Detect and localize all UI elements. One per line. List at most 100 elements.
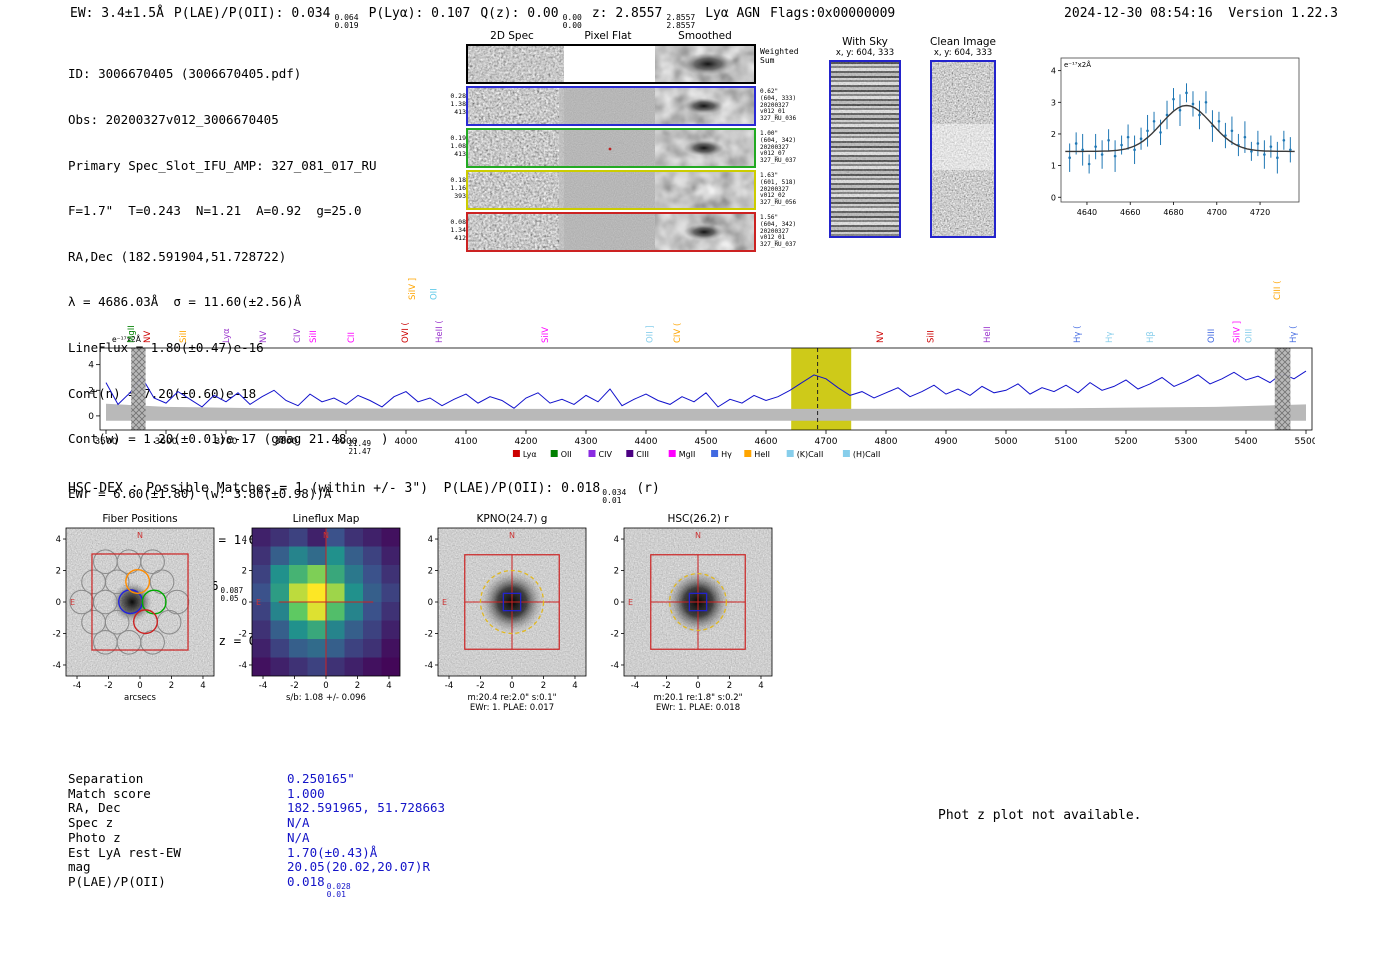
- lineflux-cell: [363, 657, 382, 676]
- svg-text:4500: 4500: [695, 437, 718, 447]
- fiber-positions-panel: Fiber Positions N E -4 -4 -2 -2 0 0 2 2 4 4 arcsecs: [34, 512, 220, 716]
- emission-line-label: SiII: [926, 330, 936, 343]
- svg-text:3: 3: [1051, 98, 1056, 107]
- lineflux-cell: [307, 565, 327, 584]
- svg-text:3500: 3500: [95, 437, 118, 447]
- emission-line-label: MgII: [127, 325, 137, 343]
- lineflux-cell: [307, 657, 327, 676]
- legend-label: (H)CaII: [853, 450, 880, 459]
- hsc-svg: HSC(26.2) r N E -4 -4 -2 -2 0 0 2 2 4 4 m:20.1 re:1.8…: [611, 513, 773, 713]
- data-point: [1172, 97, 1175, 101]
- svg-text:4680: 4680: [1163, 208, 1183, 217]
- match-row-value: 182.591965, 51.728663: [287, 800, 446, 816]
- lineflux-cell: [344, 620, 364, 640]
- svg-text:5000: 5000: [995, 437, 1018, 447]
- spec2d-title-pixelflat: Pixel Flat: [584, 30, 632, 42]
- match-row-value: 0.018 0.028 0.01: [287, 873, 351, 900]
- emission-line-label: NV: [143, 331, 153, 343]
- emission-line-label: Hβ: [1146, 331, 1156, 343]
- svg-text:4100: 4100: [455, 437, 478, 447]
- match-row-value: N/A: [287, 829, 310, 845]
- data-point: [1113, 154, 1117, 158]
- lineflux-cell: [252, 639, 271, 658]
- data-point: [1133, 148, 1136, 152]
- main-spectrum-svg: 3500 3600 3700 3800 3900 4000 4100 4200 4300 4400…: [88, 278, 1317, 459]
- svg-text:-4: -4: [611, 661, 619, 671]
- lineflux-cell: [344, 583, 364, 603]
- match-row-label: Separation: [68, 771, 144, 786]
- match-row-4: Photo z N/A: [68, 829, 445, 846]
- svg-text:-4: -4: [425, 661, 433, 671]
- match-row-label: mag: [68, 859, 91, 875]
- lineflux-cell: [252, 528, 271, 547]
- z-value: z: 2.8557: [591, 6, 663, 21]
- data-point: [1256, 142, 1260, 145]
- report-timestamp: 2024-12-30 08:54:16: [1064, 6, 1213, 21]
- emission-line-label: OVI (: [401, 322, 411, 343]
- lineflux-cell: [326, 546, 345, 566]
- lineflux-cell: [326, 602, 345, 621]
- spec2d-row-1: 0.28 1.38 413 0.62" (604, 333) 20200327 v…: [450, 86, 796, 126]
- emission-line-label: SiII: [179, 330, 189, 343]
- svg-text:4700: 4700: [815, 437, 838, 447]
- data-point: [1152, 119, 1156, 123]
- legend-label: Lyα: [523, 450, 537, 459]
- svg-text:0: 0: [614, 598, 619, 608]
- lineflux-cell: [381, 546, 400, 566]
- spec2d-row-images: [468, 46, 754, 82]
- kpno-svg: KPNO(24.7) g N E -4 -4 -2 -2 0 0 2 2 4 4 m:20.4 re:2.…: [425, 513, 587, 713]
- lineflux-cell: [326, 657, 345, 676]
- svg-text:4700: 4700: [1207, 208, 1227, 217]
- data-point: [1068, 156, 1071, 159]
- legend-label: MgII: [679, 450, 696, 459]
- clean-image-coords: x, y: 604, 333: [933, 48, 993, 58]
- match-row-label: Est LyA rest-EW: [68, 844, 181, 860]
- data-point: [1243, 135, 1247, 139]
- cutout-title: KPNO(24.7) g: [477, 513, 548, 525]
- emission-line-label: NV: [876, 331, 886, 343]
- svg-text:3700: 3700: [215, 437, 238, 447]
- spec2d-row-2: 0.19 1.08 413 1.00" (604, 342) 20200327 v…: [450, 128, 796, 168]
- data-point: [1191, 102, 1195, 106]
- data-point: [1263, 153, 1266, 156]
- svg-text:5300: 5300: [1175, 437, 1198, 447]
- svg-text:2: 2: [428, 567, 433, 577]
- info-line-primary-spec: Primary Spec_Slot_IFU_AMP: 327_081_017_R…: [68, 157, 377, 173]
- sky-noise-overlay: [831, 62, 899, 236]
- classification-label: Lyα AGN: [705, 6, 761, 21]
- lineflux-cell: [381, 639, 400, 658]
- lineflux-cell: [363, 620, 382, 640]
- data-point: [1100, 153, 1104, 156]
- spec2d-row-3: 0.18 1.16 393 1.63" (601, 518) 20200327 v…: [450, 170, 796, 210]
- svg-text:2: 2: [242, 567, 247, 577]
- compass-east: E: [256, 598, 261, 607]
- lineflux-cell: [270, 528, 290, 547]
- legend-swatch: [711, 450, 719, 457]
- clean-image-title: Clean Image: [929, 36, 997, 48]
- emission-line-label: NV: [259, 331, 269, 343]
- header-timestamp: 2024-12-30 08:54:16 Version 1.22.3: [1064, 6, 1338, 21]
- emission-line-label: OIII: [1244, 329, 1254, 343]
- svg-text:-4: -4: [259, 681, 267, 691]
- hsc-r-cutout-panel: HSC(26.2) r N E -4 -4 -2 -2 0 0 2 2 4 4 m:20.1 re:1.8…: [592, 512, 778, 716]
- plot-frame: [1060, 57, 1300, 203]
- spec2d-row-left-label: 0.19 1.08 413: [450, 134, 466, 158]
- lineflux-cell: [252, 620, 271, 640]
- data-point: [1146, 129, 1149, 133]
- svg-text:4660: 4660: [1120, 208, 1140, 217]
- spec2d-row-images: [468, 172, 754, 208]
- data-point: [1230, 129, 1234, 133]
- emission-line-label: Hγ (: [1289, 326, 1299, 343]
- svg-text:4720: 4720: [1250, 208, 1270, 217]
- svg-text:3900: 3900: [335, 437, 358, 447]
- svg-text:5400: 5400: [1235, 437, 1258, 447]
- spec2d-row-right-label: 1.63" (601, 518) 20200327 v012_02 327_RU…: [760, 172, 797, 207]
- spec2d-row-left-label: 0.08 1.34 412: [450, 218, 466, 242]
- lineflux-cell: [270, 639, 290, 658]
- lineflux-cell: [270, 546, 290, 566]
- emission-line-label: SiII: [309, 330, 319, 343]
- svg-text:4: 4: [614, 535, 619, 545]
- photz-note: Phot z plot not available.: [938, 808, 1142, 823]
- lineflux-cell: [289, 528, 308, 547]
- match-row-6: mag 20.05(20.02,20.07)R: [68, 859, 445, 875]
